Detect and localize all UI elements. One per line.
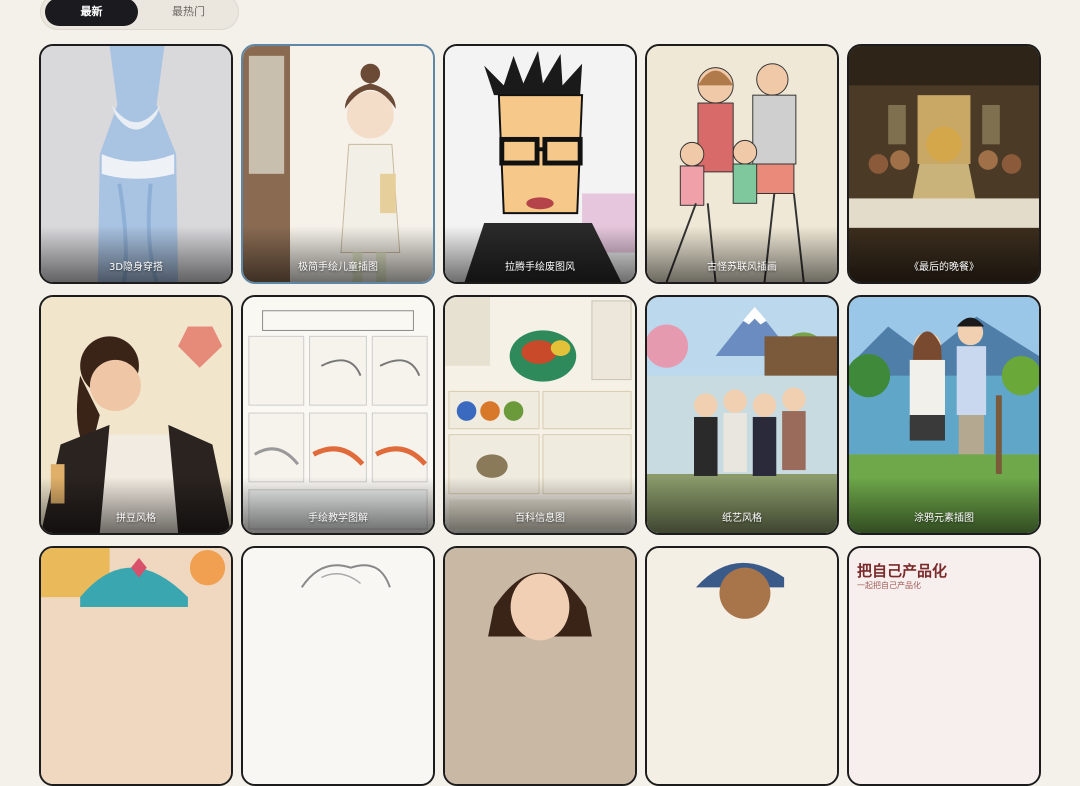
style-card-productize-self[interactable]: 把自己产品化 一起把自己产品化 bbox=[847, 546, 1041, 786]
sort-tabs: 最新 最热门 bbox=[40, 0, 239, 30]
card-caption: 极简手绘儿童插图 bbox=[243, 226, 433, 282]
tab-hottest[interactable]: 最热门 bbox=[142, 0, 235, 26]
card-caption: 涂鸦元素插图 bbox=[849, 477, 1039, 533]
card-thumbnail bbox=[445, 548, 635, 784]
card-caption: 拼豆风格 bbox=[41, 477, 231, 533]
card-caption: 拉腾手绘废图风 bbox=[445, 226, 635, 282]
style-card-paper-art[interactable]: 纸艺风格 bbox=[645, 295, 839, 535]
style-card-partial-1[interactable] bbox=[39, 546, 233, 786]
style-card-encyclopedia-infographic[interactable]: 百科信息图 bbox=[443, 295, 637, 535]
card-caption: 纸艺风格 bbox=[647, 477, 837, 533]
card-caption: 《最后的晚餐》 bbox=[849, 226, 1039, 282]
style-card-quirky-soviet[interactable]: 古怪苏联风插画 bbox=[645, 44, 839, 284]
style-card-doodle-illustration[interactable]: 涂鸦元素插图 bbox=[847, 295, 1041, 535]
card-caption: 古怪苏联风插画 bbox=[647, 226, 837, 282]
style-card-last-supper[interactable]: 《最后的晚餐》 bbox=[847, 44, 1041, 284]
tab-latest[interactable]: 最新 bbox=[45, 0, 138, 26]
style-card-partial-3[interactable] bbox=[443, 546, 637, 786]
card-thumbnail bbox=[41, 548, 231, 784]
style-gallery: 3D隐身穿搭 极简手绘儿童插图 拉腾手绘废图风 古怪苏联风插画 《最后的晚餐》 … bbox=[39, 44, 1041, 786]
style-card-3d-invisible-outfit[interactable]: 3D隐身穿搭 bbox=[39, 44, 233, 284]
style-card-hand-drawn-scrap[interactable]: 拉腾手绘废图风 bbox=[443, 44, 637, 284]
card-overlay-subtitle: 一起把自己产品化 bbox=[857, 581, 921, 590]
style-card-perler-bead[interactable]: 拼豆风格 bbox=[39, 295, 233, 535]
card-caption: 手绘教学图解 bbox=[243, 477, 433, 533]
card-caption: 3D隐身穿搭 bbox=[41, 226, 231, 282]
style-card-partial-4[interactable] bbox=[645, 546, 839, 786]
style-card-hand-drawn-tutorial[interactable]: 手绘教学图解 bbox=[241, 295, 435, 535]
card-thumbnail bbox=[243, 548, 433, 784]
card-caption: 百科信息图 bbox=[445, 477, 635, 533]
style-card-partial-2[interactable] bbox=[241, 546, 435, 786]
card-overlay-title: 把自己产品化 bbox=[857, 562, 948, 580]
card-thumbnail bbox=[647, 548, 837, 784]
style-card-minimal-kids-illustration[interactable]: 极简手绘儿童插图 bbox=[241, 44, 435, 284]
